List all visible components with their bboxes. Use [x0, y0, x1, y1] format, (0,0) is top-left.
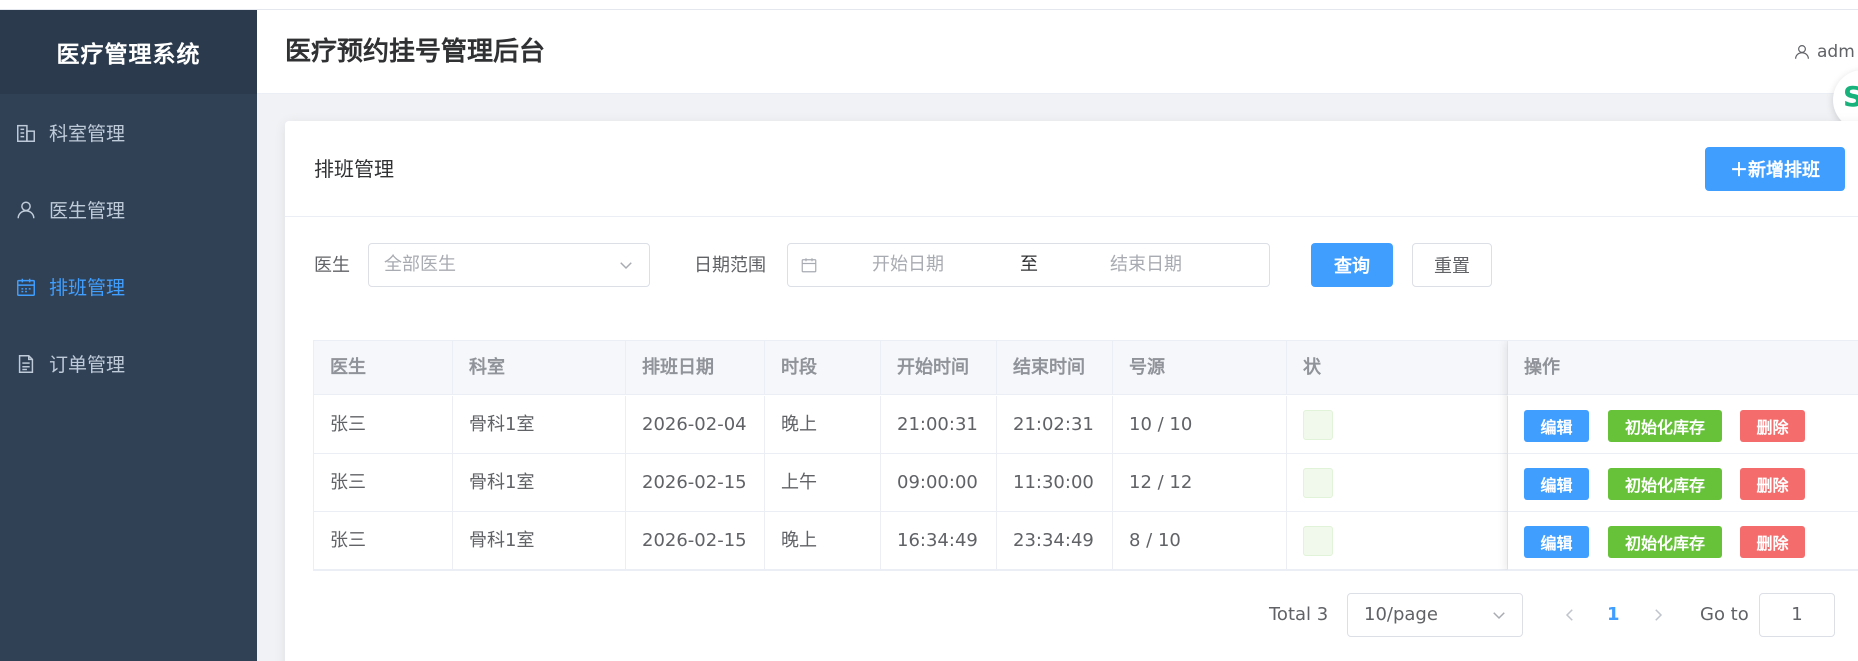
edit-button[interactable]: 编辑 — [1524, 468, 1589, 500]
init-stock-button[interactable]: 初始化库存 — [1608, 410, 1722, 442]
username: adm — [1817, 42, 1855, 62]
column-header-department: 科室 — [453, 341, 626, 395]
top-header: 医疗预约挂号管理后台 adm — [257, 10, 1858, 94]
cell-slots: 10 / 10 — [1113, 396, 1287, 453]
cell-period: 晚上 — [765, 396, 881, 453]
total-count: Total 3 — [1269, 604, 1329, 625]
doctor-select[interactable]: 全部医生 — [368, 243, 650, 287]
app-logo: 医疗管理系统 — [0, 10, 257, 94]
user-icon — [15, 199, 37, 221]
page-size-value: 10/page — [1364, 604, 1438, 625]
chevron-right-icon[interactable] — [1649, 606, 1667, 624]
sidebar-item-label: 科室管理 — [49, 123, 126, 145]
column-header-period: 时段 — [765, 341, 881, 395]
init-stock-button[interactable]: 初始化库存 — [1608, 468, 1722, 500]
cell-end-time: 23:34:49 — [997, 512, 1113, 569]
edit-button[interactable]: 编辑 — [1524, 526, 1589, 558]
date-range-label: 日期范围 — [694, 255, 766, 276]
sidebar-item-schedules[interactable]: 排班管理 — [0, 248, 257, 325]
cell-doctor: 张三 — [314, 454, 453, 511]
calendar-icon — [801, 258, 817, 273]
query-button[interactable]: 查询 — [1311, 243, 1393, 287]
cell-period: 上午 — [765, 454, 881, 511]
column-header-status: 状 — [1287, 341, 1508, 395]
column-header-date: 排班日期 — [626, 341, 765, 395]
cell-end-time: 21:02:31 — [997, 396, 1113, 453]
date-range-picker[interactable]: 开始日期 至 结束日期 — [787, 243, 1270, 287]
cell-status — [1287, 454, 1508, 511]
card-header: 排班管理 ＋新增排班 — [285, 121, 1858, 217]
pagination: Total 3 10/page 1 Go to 1 — [285, 593, 1858, 637]
top-strip — [0, 0, 1858, 10]
page-size-select[interactable]: 10/page — [1347, 593, 1523, 637]
cell-date: 2026-02-04 — [626, 396, 765, 453]
column-header-end-time: 结束时间 — [997, 341, 1113, 395]
sidebar-item-label: 排班管理 — [49, 277, 126, 299]
reset-button[interactable]: 重置 — [1412, 243, 1492, 287]
operations-row: 编辑 初始化库存 删除 — [1508, 454, 1858, 512]
cell-department: 骨科1室 — [453, 396, 626, 453]
sidebar-menu: 科室管理 医生管理 排班管理 订单管理 — [0, 94, 257, 402]
sidebar-item-doctors[interactable]: 医生管理 — [0, 171, 257, 248]
cell-doctor: 张三 — [314, 396, 453, 453]
calendar-icon — [15, 276, 37, 298]
start-date-input[interactable]: 开始日期 — [872, 244, 944, 286]
cell-status — [1287, 396, 1508, 453]
cell-start-time: 16:34:49 — [881, 512, 997, 569]
operations-column: 操作 编辑 初始化库存 删除 编辑 初始化库存 删除 编辑 初始化库存 删除 — [1508, 341, 1858, 570]
building-icon — [15, 122, 37, 144]
cell-date: 2026-02-15 — [626, 454, 765, 511]
doctor-label: 医生 — [314, 255, 350, 276]
cell-period: 晚上 — [765, 512, 881, 569]
schedule-table: 医生 科室 排班日期 时段 开始时间 结束时间 号源 状 张三 骨科1室 202… — [313, 340, 1858, 571]
sidebar: 医疗管理系统 科室管理 医生管理 排班管理 订单管理 — [0, 10, 257, 661]
column-header-slots: 号源 — [1113, 341, 1287, 395]
operations-row: 编辑 初始化库存 删除 — [1508, 512, 1858, 570]
chevron-down-icon — [1493, 612, 1505, 620]
chevron-down-icon — [620, 262, 632, 270]
column-header-doctor: 医生 — [314, 341, 453, 395]
operations-row: 编辑 初始化库存 删除 — [1508, 396, 1858, 454]
delete-button[interactable]: 删除 — [1740, 526, 1805, 558]
add-schedule-button[interactable]: ＋新增排班 — [1705, 147, 1845, 191]
page-title: 医疗预约挂号管理后台 — [285, 37, 546, 67]
goto-label: Go to — [1700, 604, 1749, 625]
cell-department: 骨科1室 — [453, 454, 626, 511]
doctor-select-placeholder: 全部医生 — [384, 254, 456, 275]
status-badge — [1303, 468, 1333, 498]
status-badge — [1303, 410, 1333, 440]
sidebar-item-departments[interactable]: 科室管理 — [0, 94, 257, 171]
status-badge — [1303, 526, 1333, 556]
delete-button[interactable]: 删除 — [1740, 410, 1805, 442]
sidebar-item-label: 订单管理 — [49, 354, 126, 376]
column-header-start-time: 开始时间 — [881, 341, 997, 395]
cell-start-time: 21:00:31 — [881, 396, 997, 453]
cell-end-time: 11:30:00 — [997, 454, 1113, 511]
sidebar-item-orders[interactable]: 订单管理 — [0, 325, 257, 402]
cell-start-time: 09:00:00 — [881, 454, 997, 511]
init-stock-button[interactable]: 初始化库存 — [1608, 526, 1722, 558]
date-range-separator: 至 — [1020, 254, 1038, 275]
filter-bar: 医生 全部医生 日期范围 开始日期 至 结束日期 查询 重置 — [285, 243, 1858, 289]
sidebar-item-label: 医生管理 — [49, 200, 126, 222]
assistant-icon: S — [1843, 80, 1858, 113]
edit-button[interactable]: 编辑 — [1524, 410, 1589, 442]
goto-page-input[interactable]: 1 — [1759, 593, 1835, 637]
chevron-left-icon[interactable] — [1561, 606, 1579, 624]
card-title: 排班管理 — [314, 157, 394, 181]
user-icon — [1795, 45, 1809, 59]
cell-doctor: 张三 — [314, 512, 453, 569]
delete-button[interactable]: 删除 — [1740, 468, 1805, 500]
cell-slots: 12 / 12 — [1113, 454, 1287, 511]
column-header-operations: 操作 — [1508, 341, 1858, 395]
page-number-current[interactable]: 1 — [1607, 593, 1620, 637]
document-icon — [15, 353, 37, 375]
end-date-input[interactable]: 结束日期 — [1110, 244, 1182, 286]
cell-department: 骨科1室 — [453, 512, 626, 569]
cell-slots: 8 / 10 — [1113, 512, 1287, 569]
schedule-card: 排班管理 ＋新增排班 医生 全部医生 日期范围 开始日期 至 结束日期 查询 重… — [285, 121, 1858, 661]
cell-status — [1287, 512, 1508, 569]
cell-date: 2026-02-15 — [626, 512, 765, 569]
